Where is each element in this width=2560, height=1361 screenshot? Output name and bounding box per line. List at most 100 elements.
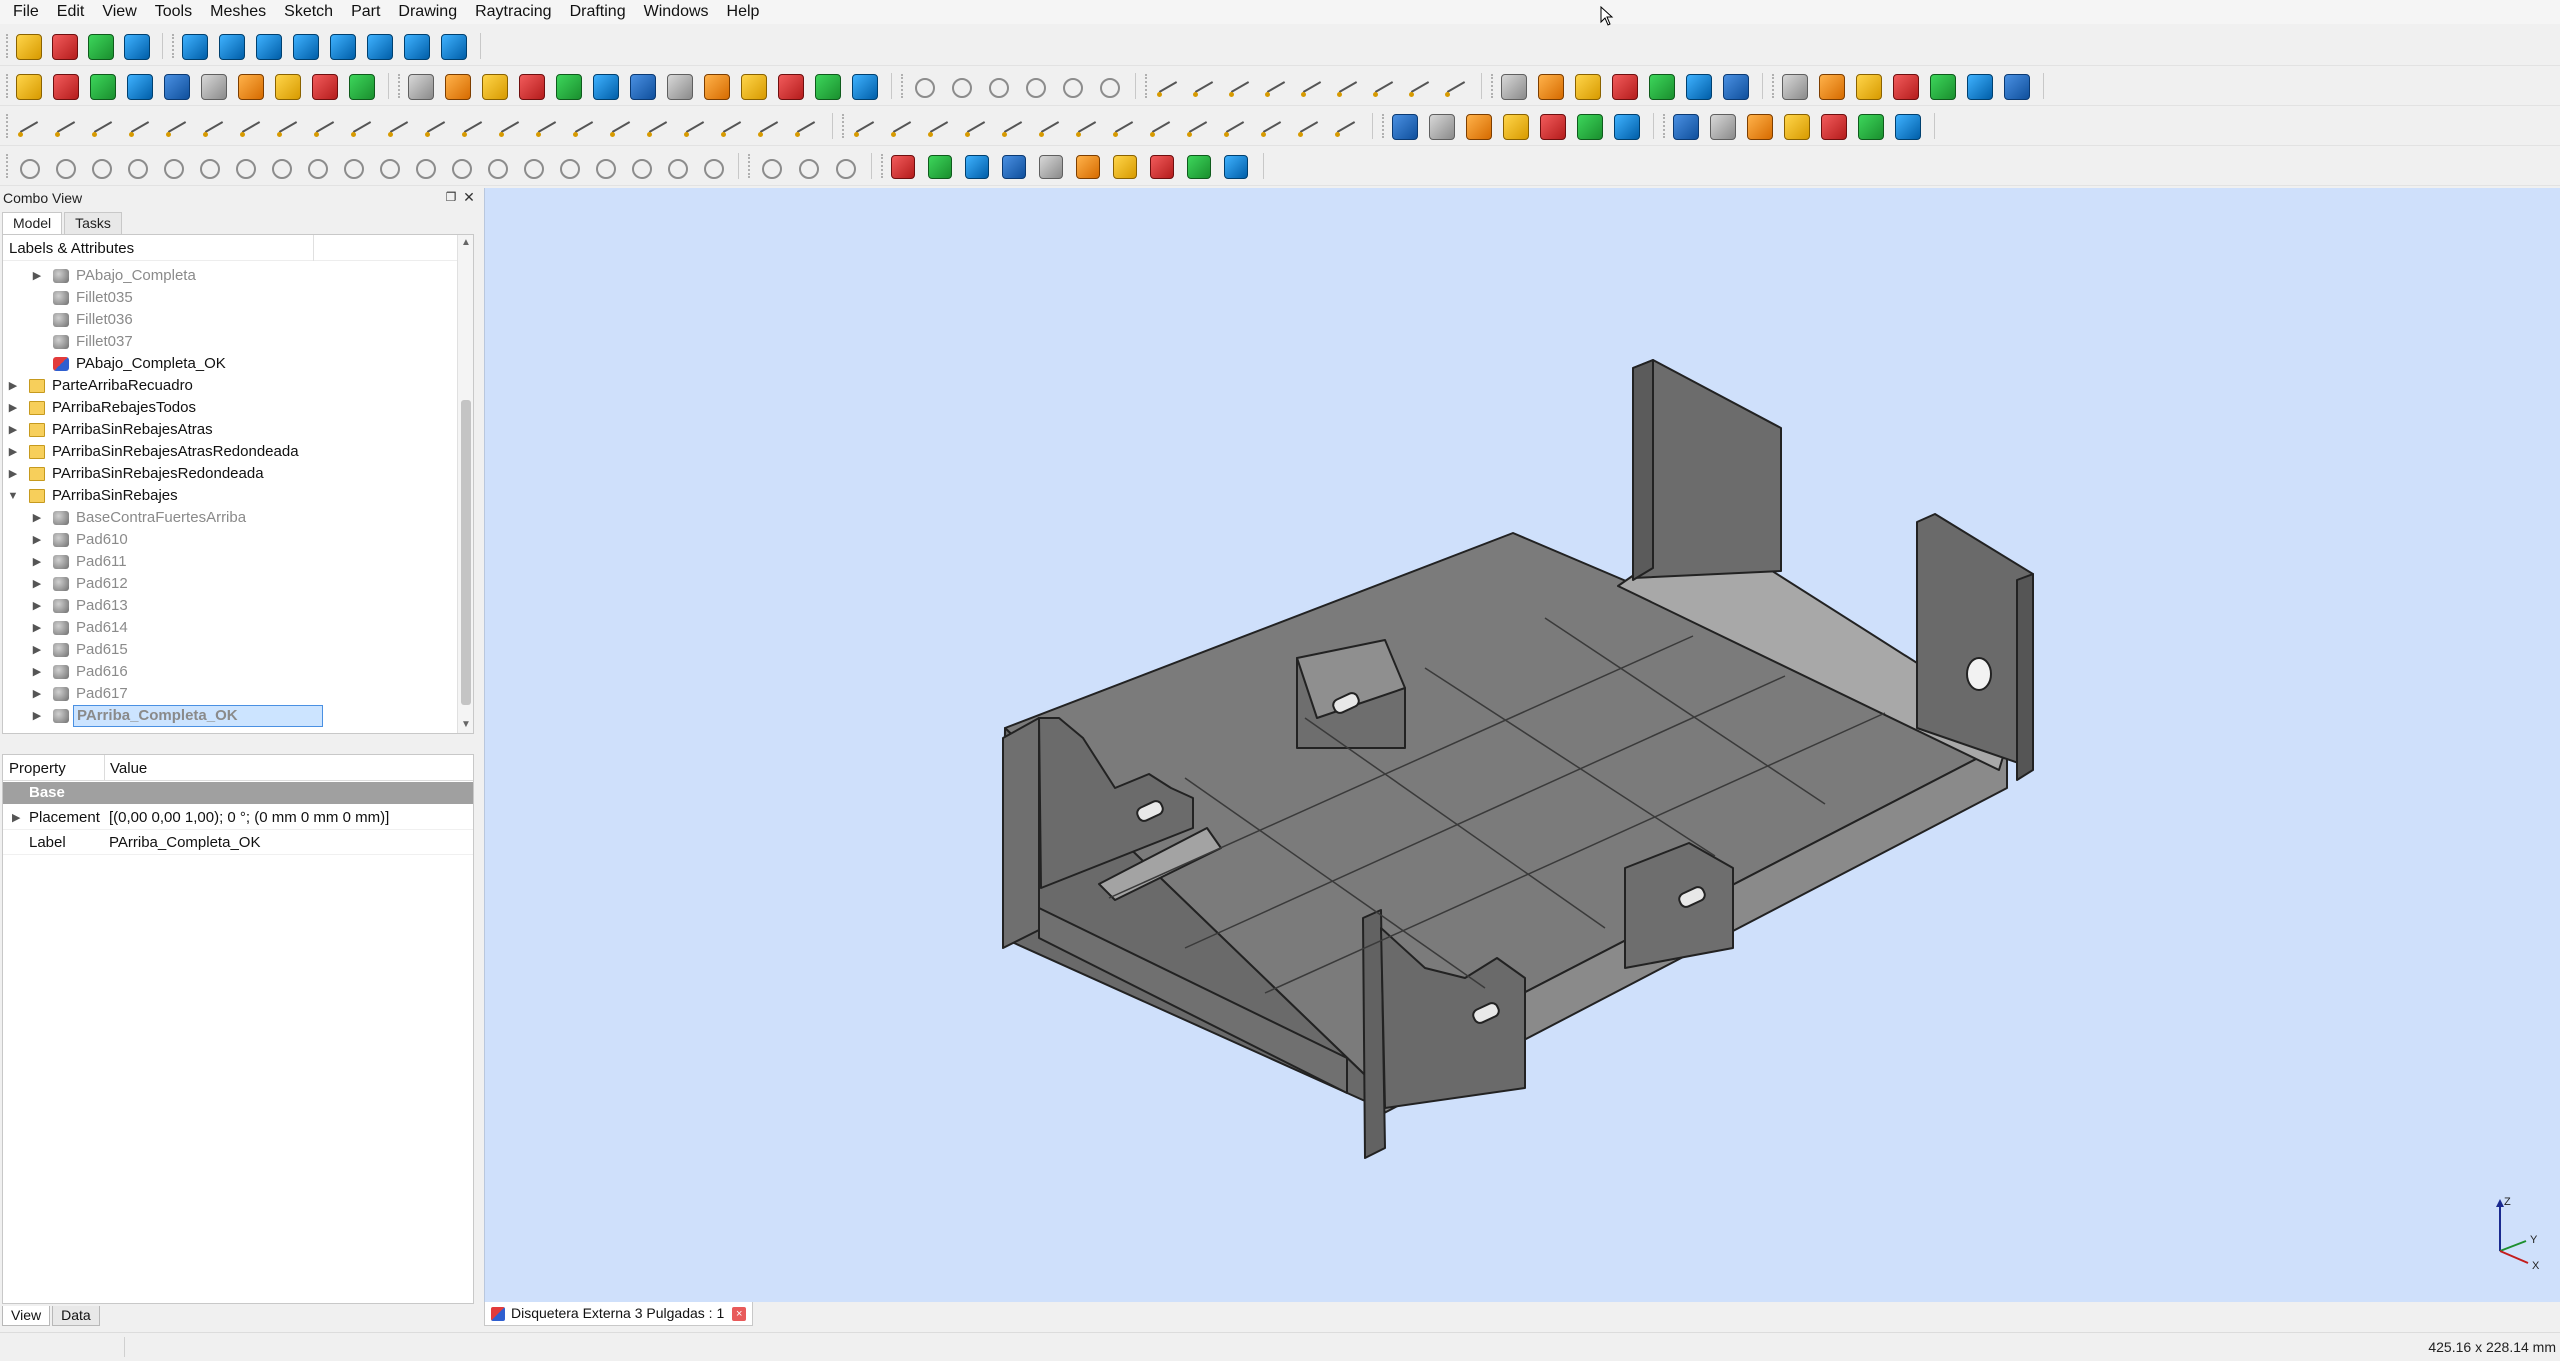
tree-scrollbar[interactable]: ▲ ▼ bbox=[457, 235, 473, 733]
measure-icon[interactable] bbox=[556, 74, 582, 100]
tree-item[interactable]: ▼ PArribaSinRebajes bbox=[3, 485, 455, 507]
view-top-icon[interactable] bbox=[482, 74, 508, 100]
tree-item[interactable]: ▶ Pad610 bbox=[3, 529, 455, 551]
cone-icon[interactable] bbox=[256, 34, 282, 60]
tab-model[interactable]: Model bbox=[2, 212, 63, 234]
new-document-icon[interactable] bbox=[16, 155, 40, 179]
chevron-right-icon[interactable]: ▶ bbox=[31, 661, 43, 683]
menu-part[interactable]: Part bbox=[342, 0, 389, 24]
tree-item[interactable]: ▶ Pad612 bbox=[3, 573, 455, 595]
chevron-right-icon[interactable]: ▶ bbox=[31, 705, 43, 727]
chamfer-icon[interactable] bbox=[741, 74, 767, 100]
scale-icon[interactable] bbox=[1335, 74, 1361, 100]
toolbar-grip[interactable] bbox=[1772, 74, 1774, 98]
tree-item[interactable]: PAbajo_Completa_OK bbox=[3, 353, 455, 375]
cube-icon[interactable] bbox=[1782, 74, 1808, 100]
mirror-icon[interactable] bbox=[667, 74, 693, 100]
toolbar-grip[interactable] bbox=[6, 74, 8, 98]
save-icon[interactable] bbox=[90, 114, 116, 140]
intersect-icon[interactable] bbox=[891, 155, 915, 179]
box-icon[interactable] bbox=[312, 114, 338, 140]
toolbar-grip[interactable] bbox=[1382, 114, 1384, 138]
point-icon[interactable] bbox=[1148, 114, 1174, 140]
intersect-icon[interactable] bbox=[911, 74, 937, 100]
tab-data[interactable]: Data bbox=[52, 1306, 100, 1326]
tree-item[interactable]: Fillet036 bbox=[3, 309, 455, 331]
revolve-icon[interactable] bbox=[592, 155, 616, 179]
float-panel-icon[interactable]: ❐ bbox=[444, 190, 458, 204]
torus-icon[interactable] bbox=[275, 114, 301, 140]
toolbar-grip[interactable] bbox=[1663, 114, 1665, 138]
chevron-right-icon[interactable]: ▶ bbox=[31, 551, 43, 573]
pattern-icon[interactable] bbox=[1612, 74, 1638, 100]
polygon-icon[interactable] bbox=[1155, 74, 1181, 100]
menu-tools[interactable]: Tools bbox=[146, 0, 201, 24]
menu-raytracing[interactable]: Raytracing bbox=[466, 0, 560, 24]
open-document-icon[interactable] bbox=[53, 74, 79, 100]
cube-icon[interactable] bbox=[127, 114, 153, 140]
arc-icon[interactable] bbox=[1002, 155, 1026, 179]
tree-item[interactable]: ▶ PArriba_Completa_OK bbox=[3, 705, 455, 727]
view-fit-icon[interactable] bbox=[367, 34, 393, 60]
hole-icon[interactable] bbox=[1429, 114, 1455, 140]
toolbar-grip[interactable] bbox=[398, 74, 400, 98]
tree-item[interactable]: ▶ BaseContraFuertesArriba bbox=[3, 507, 455, 529]
constraint-icon[interactable] bbox=[1227, 74, 1253, 100]
constraint-icon[interactable] bbox=[1185, 114, 1211, 140]
move-icon[interactable] bbox=[1263, 74, 1289, 100]
arc-icon[interactable] bbox=[1022, 74, 1048, 100]
view-fit-icon[interactable] bbox=[349, 74, 375, 100]
menu-drawing[interactable]: Drawing bbox=[389, 0, 466, 24]
menu-sketch[interactable]: Sketch bbox=[275, 0, 342, 24]
chevron-right-icon[interactable]: ▶ bbox=[31, 529, 43, 551]
sphere-icon[interactable] bbox=[196, 155, 220, 179]
line-icon[interactable] bbox=[965, 155, 989, 179]
cylinder-icon[interactable] bbox=[1784, 114, 1810, 140]
open-document-icon[interactable] bbox=[52, 34, 78, 60]
save-icon[interactable] bbox=[1710, 114, 1736, 140]
chevron-right-icon[interactable]: ▶ bbox=[31, 683, 43, 705]
revolve-icon[interactable] bbox=[608, 114, 634, 140]
fillet-icon[interactable] bbox=[664, 155, 688, 179]
tree-item[interactable]: ▶ Pad614 bbox=[3, 617, 455, 639]
cut-icon[interactable] bbox=[815, 74, 841, 100]
chevron-right-icon[interactable]: ▶ bbox=[7, 419, 19, 441]
scroll-down-icon[interactable]: ▼ bbox=[458, 717, 473, 733]
rectangle-icon[interactable] bbox=[1096, 74, 1122, 100]
intersect-icon[interactable] bbox=[889, 114, 915, 140]
sweep-icon[interactable] bbox=[1575, 74, 1601, 100]
line-icon[interactable] bbox=[985, 74, 1011, 100]
tab-tasks[interactable]: Tasks bbox=[64, 212, 122, 234]
close-tab-icon[interactable]: × bbox=[732, 1307, 747, 1321]
section-icon[interactable] bbox=[948, 74, 974, 100]
chevron-right-icon[interactable]: ▶ bbox=[31, 639, 43, 661]
rectangle-icon[interactable] bbox=[1076, 155, 1100, 179]
view-fit-icon[interactable] bbox=[349, 114, 375, 140]
property-value[interactable]: PArriba_Completa_OK bbox=[109, 831, 260, 855]
sphere-icon[interactable] bbox=[1856, 74, 1882, 100]
menu-meshes[interactable]: Meshes bbox=[201, 0, 275, 24]
tree-item[interactable]: ▶ Pad616 bbox=[3, 661, 455, 683]
union-icon[interactable] bbox=[832, 155, 856, 179]
property-row-placement[interactable]: ▶ Placement [(0,00 0,00 1,00); 0 °; (0 m… bbox=[3, 806, 473, 830]
menu-edit[interactable]: Edit bbox=[48, 0, 94, 24]
view-top-icon[interactable] bbox=[448, 155, 472, 179]
rectangle-icon[interactable] bbox=[1074, 114, 1100, 140]
toolbar-grip[interactable] bbox=[881, 154, 883, 178]
tree-item[interactable]: ▶ Pad611 bbox=[3, 551, 455, 573]
box-icon[interactable] bbox=[330, 34, 356, 60]
sphere-icon[interactable] bbox=[219, 34, 245, 60]
toolbar-grip[interactable] bbox=[1491, 74, 1493, 98]
tree-item[interactable]: ▶ Pad615 bbox=[3, 639, 455, 661]
cube-icon[interactable] bbox=[1747, 114, 1773, 140]
menu-help[interactable]: Help bbox=[718, 0, 769, 24]
chevron-right-icon[interactable]: ▶ bbox=[7, 463, 19, 485]
torus-icon[interactable] bbox=[1930, 74, 1956, 100]
3d-viewport[interactable]: Z Y X bbox=[484, 188, 2560, 1302]
circle-icon[interactable] bbox=[1059, 74, 1085, 100]
tree-item[interactable]: ▶ PArribaSinRebajesAtras bbox=[3, 419, 455, 441]
box-icon[interactable] bbox=[1967, 74, 1993, 100]
sphere-icon[interactable] bbox=[201, 74, 227, 100]
scale-icon[interactable] bbox=[1296, 114, 1322, 140]
chevron-right-icon[interactable]: ▶ bbox=[31, 265, 43, 287]
